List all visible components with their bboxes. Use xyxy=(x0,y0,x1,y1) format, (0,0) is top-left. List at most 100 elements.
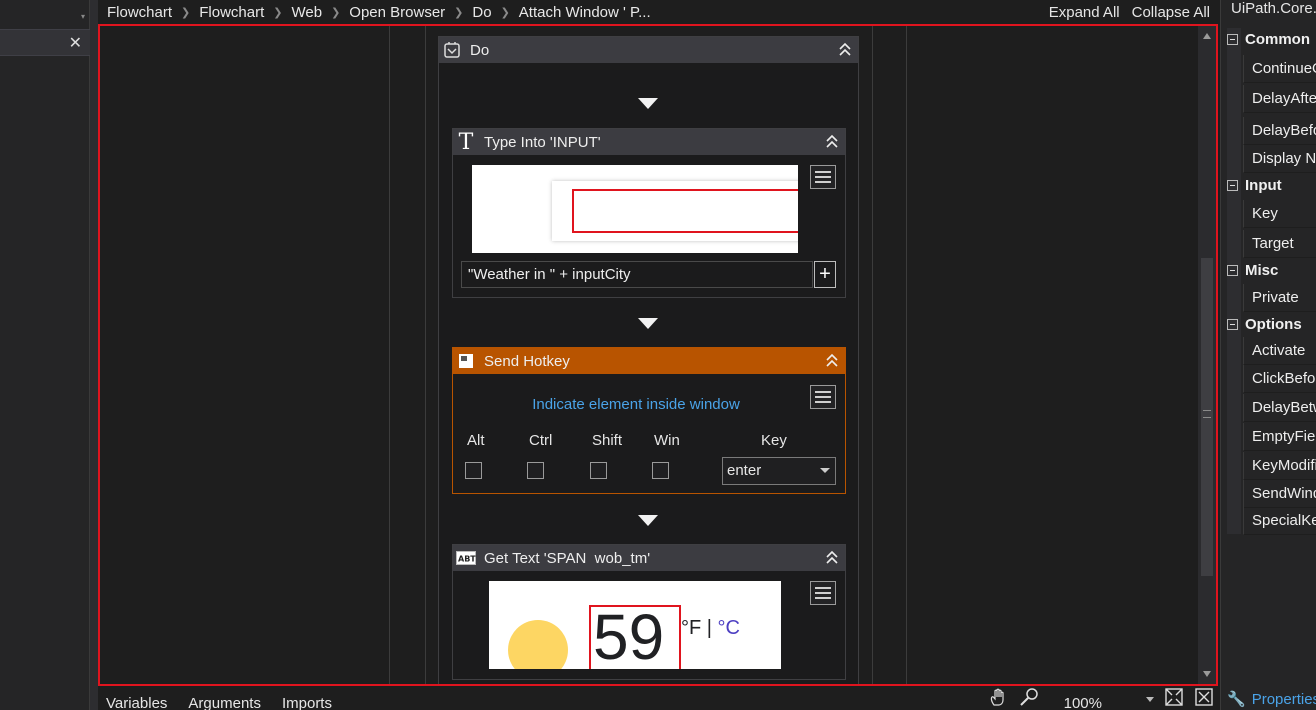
chevron-right-icon: ❯ xyxy=(331,6,341,19)
property-row[interactable]: Key xyxy=(1243,200,1316,228)
expand-all-link[interactable]: Expand All xyxy=(1049,4,1120,21)
properties-tab-label: Properties xyxy=(1251,690,1316,708)
close-icon[interactable]: ✕ xyxy=(69,33,82,53)
category-options[interactable]: Options xyxy=(1227,312,1316,336)
menu-icon[interactable] xyxy=(810,385,836,409)
arrow-down-icon xyxy=(638,515,658,526)
do-title: Do xyxy=(470,41,490,59)
pin-icon[interactable]: ▾ xyxy=(81,12,85,21)
collapse-icon[interactable] xyxy=(825,351,839,369)
svg-text:ABT: ABT xyxy=(458,555,476,564)
alt-checkbox[interactable] xyxy=(465,462,482,479)
breadcrumb-item[interactable]: Do xyxy=(472,4,491,21)
property-row[interactable]: ClickBefor xyxy=(1243,365,1316,393)
category-input[interactable]: Input xyxy=(1227,173,1316,197)
property-row[interactable]: Activate xyxy=(1243,337,1316,365)
property-row[interactable]: KeyModifi xyxy=(1243,452,1316,480)
property-name: Activate xyxy=(1252,342,1306,359)
overview-icon[interactable] xyxy=(1194,687,1214,710)
target-screenshot xyxy=(472,165,798,253)
search-bar[interactable]: ✕ xyxy=(0,29,90,56)
shift-checkbox[interactable] xyxy=(590,462,607,479)
property-row[interactable]: Display Na xyxy=(1243,145,1316,173)
category-misc[interactable]: Misc xyxy=(1227,258,1316,282)
scroll-down-icon[interactable] xyxy=(1203,671,1211,677)
wrench-icon: 🔧 xyxy=(1227,691,1246,708)
property-row[interactable]: SendWind xyxy=(1243,480,1316,508)
category-label: Options xyxy=(1245,315,1302,333)
container-border xyxy=(906,26,907,684)
category-common[interactable]: Common xyxy=(1227,27,1316,51)
arguments-tab[interactable]: Arguments xyxy=(188,695,261,710)
properties-activity-type: UiPath.Core.A xyxy=(1231,0,1316,17)
collapse-box-icon[interactable] xyxy=(1227,33,1238,45)
collapse-icon[interactable] xyxy=(825,132,839,150)
scrollbar-thumb[interactable] xyxy=(1201,258,1213,576)
target-highlight xyxy=(572,189,798,233)
property-name: Key xyxy=(1252,205,1278,222)
breadcrumb-item[interactable]: Attach Window ' P... xyxy=(519,4,651,21)
property-row-expandable[interactable]: Target xyxy=(1243,230,1316,258)
property-row[interactable]: DelayBefo xyxy=(1243,117,1316,145)
vertical-scrollbar[interactable] xyxy=(1198,26,1216,684)
property-row[interactable]: EmptyFiel xyxy=(1243,423,1316,451)
property-row[interactable]: ContinueO xyxy=(1243,55,1316,83)
breadcrumb-item[interactable]: Open Browser xyxy=(349,4,445,21)
property-name: SendWind xyxy=(1252,485,1316,502)
menu-icon[interactable] xyxy=(810,581,836,605)
breadcrumb: Flowchart ❯ Flowchart ❯ Web ❯ Open Brows… xyxy=(98,0,1220,24)
property-row[interactable]: DelayAfte xyxy=(1243,85,1316,113)
zoom-dropdown-icon[interactable] xyxy=(1146,696,1154,702)
collapse-all-link[interactable]: Collapse All xyxy=(1132,4,1210,21)
breadcrumb-item[interactable]: Flowchart xyxy=(199,4,264,21)
panel-splitter[interactable] xyxy=(90,0,98,710)
properties-tab[interactable]: 🔧 Properties xyxy=(1227,690,1316,709)
property-name: DelayBefo xyxy=(1252,122,1316,139)
collapse-box-icon[interactable] xyxy=(1227,264,1238,276)
properties-panel: UiPath.Core.A Common ContinueO DelayAfte… xyxy=(1220,0,1316,710)
get-text-header[interactable]: ABT Get Text 'SPAN wob_tm' xyxy=(453,545,845,571)
property-row[interactable]: Private xyxy=(1243,284,1316,312)
zoom-icon[interactable] xyxy=(1018,687,1040,710)
property-row[interactable]: SpecialKey xyxy=(1243,507,1316,535)
win-checkbox[interactable] xyxy=(652,462,669,479)
breadcrumb-item[interactable]: Flowchart xyxy=(107,4,172,21)
key-dropdown[interactable]: enter xyxy=(722,457,836,485)
collapse-box-icon[interactable] xyxy=(1227,179,1238,191)
property-row[interactable]: DelayBetw xyxy=(1243,394,1316,422)
get-text-activity[interactable]: ABT Get Text 'SPAN wob_tm' 59 °F | °C xyxy=(452,544,846,680)
unit-c[interactable]: °C xyxy=(718,617,740,639)
unit-f[interactable]: °F | xyxy=(681,617,718,639)
indicate-element-link[interactable]: Indicate element inside window xyxy=(453,396,819,413)
send-hotkey-activity[interactable]: Send Hotkey Indicate element inside wind… xyxy=(452,347,846,494)
imports-tab[interactable]: Imports xyxy=(282,695,332,710)
type-into-header[interactable]: T Type Into 'INPUT' xyxy=(453,129,845,155)
collapse-icon[interactable] xyxy=(825,548,839,566)
hand-pan-icon[interactable] xyxy=(988,687,1008,710)
do-header[interactable]: Do xyxy=(439,37,858,63)
get-text-title: Get Text 'SPAN wob_tm' xyxy=(484,549,651,567)
collapse-icon[interactable] xyxy=(838,40,852,58)
ctrl-checkbox[interactable] xyxy=(527,462,544,479)
menu-icon[interactable] xyxy=(810,165,836,189)
arrow-down-icon xyxy=(638,318,658,329)
zoom-level[interactable]: 100% xyxy=(1064,695,1102,710)
scroll-up-icon[interactable] xyxy=(1203,33,1211,39)
designer-footer: Variables Arguments Imports 100% xyxy=(98,688,1220,710)
type-into-activity[interactable]: T Type Into 'INPUT' "Weather in " + inpu… xyxy=(452,128,846,298)
key-dropdown-value: enter xyxy=(727,462,762,479)
container-border xyxy=(389,26,390,684)
text-input[interactable]: "Weather in " + inputCity xyxy=(461,261,813,288)
activities-panel: ▾ ✕ xyxy=(0,0,90,710)
send-hotkey-header[interactable]: Send Hotkey xyxy=(453,348,845,374)
shift-label: Shift xyxy=(592,432,623,449)
fit-to-screen-icon[interactable] xyxy=(1164,687,1184,710)
breadcrumb-item[interactable]: Web xyxy=(292,4,323,21)
add-text-button[interactable]: + xyxy=(814,261,836,288)
collapse-box-icon[interactable] xyxy=(1227,318,1238,330)
property-name: KeyModifi xyxy=(1252,457,1316,474)
property-name: Target xyxy=(1252,235,1294,252)
designer-canvas[interactable]: Do T Type Into 'INPUT' "Weather in " + i… xyxy=(98,24,1218,686)
property-name: SpecialKey xyxy=(1252,512,1316,529)
variables-tab[interactable]: Variables xyxy=(106,695,167,710)
